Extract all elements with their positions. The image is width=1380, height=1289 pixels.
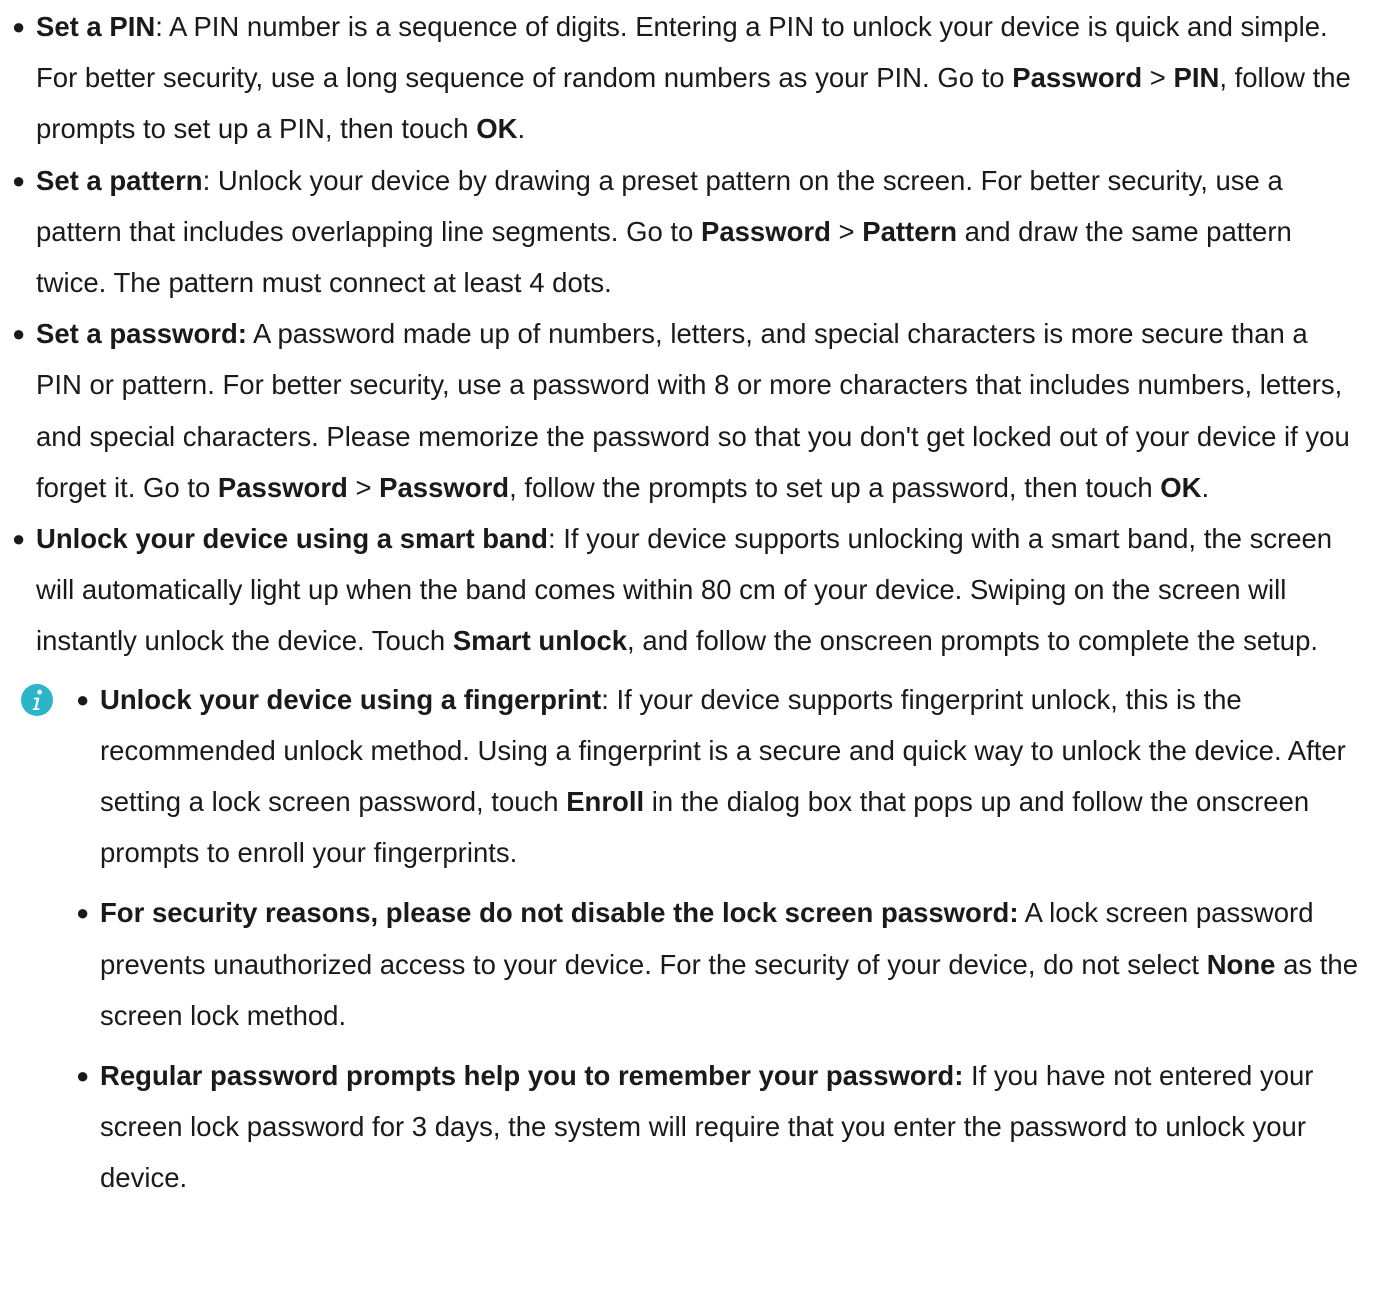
- body-text: >: [830, 215, 863, 247]
- list-item: ● Set a PIN: A PIN number is a sequence o…: [0, 1, 1380, 155]
- emphasis-text: OK: [476, 113, 518, 145]
- list-item: ● Set a password: A password made up of n…: [0, 308, 1380, 513]
- list-item-text: Set a password: A password made up of nu…: [36, 318, 1350, 503]
- list-item-text: Set a PIN: A PIN number is a sequence of…: [36, 11, 1351, 144]
- document-page: ● Set a PIN: A PIN number is a sequence o…: [0, 1, 1380, 1213]
- list-item: ● Unlock your device using a smart band: …: [0, 513, 1380, 667]
- bullet: ●: [76, 686, 90, 712]
- emphasis-text: Enroll: [566, 786, 645, 818]
- emphasis-text: Set a password:: [36, 318, 247, 350]
- body-text: .: [517, 113, 526, 145]
- emphasis-text: Set a pattern: [36, 164, 203, 196]
- bullet: ●: [12, 167, 26, 193]
- emphasis-text: Regular password prompts help you to rem…: [100, 1060, 964, 1092]
- emphasis-text: Unlock your device using a smart band: [36, 523, 548, 555]
- note-block: ● Unlock your device using a fingerprint:…: [0, 674, 1380, 1204]
- note-item: ● For security reasons, please do not dis…: [0, 887, 1380, 1041]
- bullet: ●: [12, 321, 26, 347]
- note-item: ● Regular password prompts help you to re…: [0, 1050, 1380, 1204]
- notes-list: ● Unlock your device using a fingerprint:…: [0, 674, 1380, 1204]
- body-text: , follow the prompts to set up a passwor…: [509, 471, 1161, 503]
- emphasis-text: None: [1206, 948, 1276, 980]
- bullet: ●: [76, 1063, 90, 1089]
- emphasis-text: Unlock your device using a fingerprint: [100, 683, 602, 715]
- bullet: ●: [12, 14, 26, 39]
- emphasis-text: Password: [1012, 62, 1143, 94]
- body-text: .: [1201, 471, 1210, 503]
- bullet: ●: [76, 900, 90, 926]
- note-item-text: For security reasons, please do not disa…: [100, 897, 1358, 1030]
- emphasis-text: OK: [1160, 471, 1202, 503]
- emphasis-text: Password: [700, 215, 831, 247]
- emphasis-text: Smart unlock: [452, 625, 628, 657]
- emphasis-text: For security reasons, please do not disa…: [100, 897, 1019, 929]
- emphasis-text: Password: [217, 471, 348, 503]
- bullet: ●: [12, 526, 26, 552]
- list-item-text: Unlock your device using a smart band: I…: [36, 523, 1332, 656]
- body-text: >: [347, 471, 380, 503]
- note-item-text: Regular password prompts help you to rem…: [100, 1060, 1313, 1193]
- note-item-text: Unlock your device using a fingerprint: …: [100, 684, 1346, 869]
- emphasis-text: Password: [379, 471, 510, 503]
- emphasis-text: PIN: [1173, 62, 1220, 94]
- unlock-methods-list: ● Set a PIN: A PIN number is a sequence o…: [0, 1, 1380, 667]
- emphasis-text: Set a PIN: [36, 11, 156, 42]
- body-text: >: [1142, 62, 1174, 94]
- list-item: ● Set a pattern: Unlock your device by dr…: [0, 155, 1380, 309]
- emphasis-text: Pattern: [862, 215, 957, 247]
- note-item: ● Unlock your device using a fingerprint:…: [0, 674, 1380, 879]
- list-item-text: Set a pattern: Unlock your device by dra…: [36, 165, 1292, 298]
- body-text: , and follow the onscreen prompts to com…: [627, 625, 1318, 657]
